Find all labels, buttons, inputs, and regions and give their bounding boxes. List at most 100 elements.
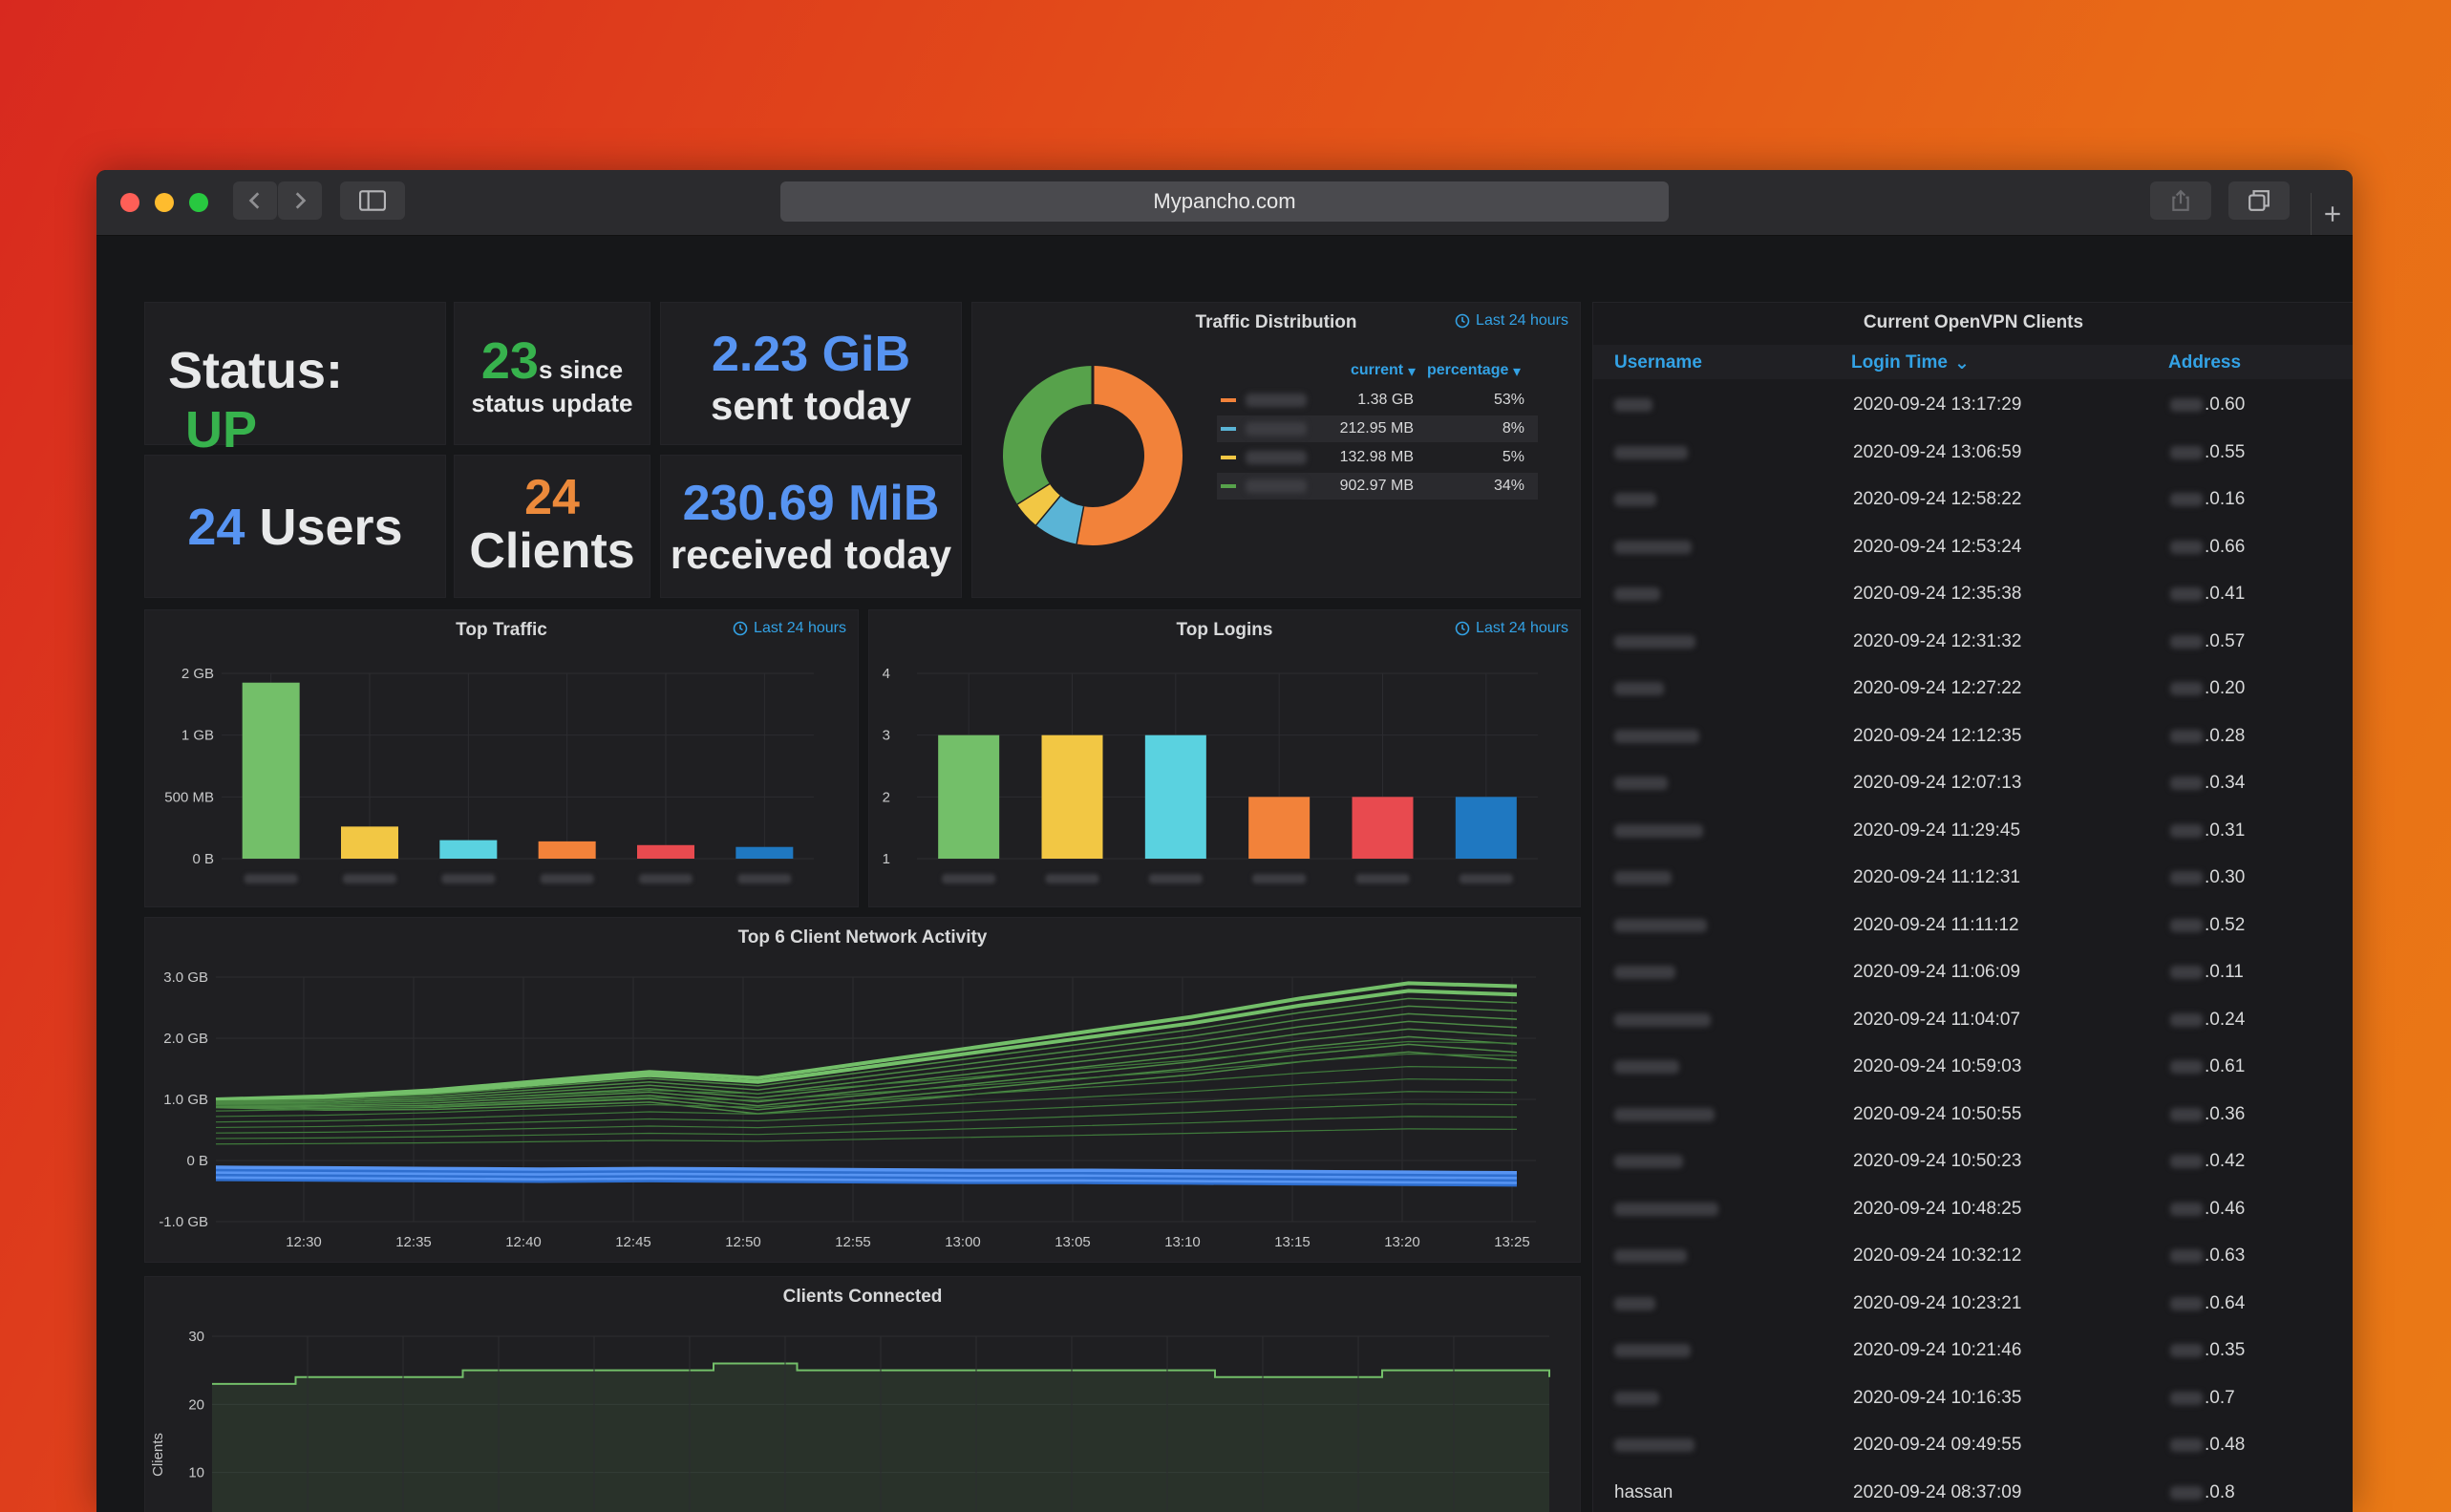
address-prefix-redacted [2170,682,2203,695]
login-time-cell: 2020-09-24 10:23:21 [1853,1292,2022,1313]
address-cell: .0.28 [2205,725,2246,746]
time-range-link[interactable]: Last 24 hours [1455,620,1568,637]
table-row: 2020-09-24 10:59:03 .0.61 [1593,1045,2353,1087]
redacted-x-label [244,874,298,884]
address-prefix-redacted [2170,823,2203,838]
table-row: 2020-09-24 10:48:25 .0.46 [1593,1187,2353,1229]
login-time-cell: 2020-09-24 10:48:25 [1853,1198,2022,1219]
address-prefix-redacted [2170,1012,2203,1027]
login-time-cell: 2020-09-24 12:12:35 [1853,725,2022,746]
traffic-bar [439,840,498,859]
table-row: 2020-09-24 13:06:59 .0.55 [1593,431,2353,473]
table-row: hassan 2020-09-24 08:37:09 .0.8 [1593,1471,2353,1512]
axis-tick-label: 4 [883,666,890,682]
logins-bar [1248,797,1311,859]
since-unit: s since [538,355,624,384]
address-cell: .0.20 [2205,678,2246,698]
table-row: 2020-09-24 12:07:13 .0.34 [1593,761,2353,803]
tabs-overview-button[interactable] [2228,181,2290,220]
sort-icon: ▾ [1408,364,1417,380]
axis-tick-label: 12:45 [615,1234,651,1250]
login-time-cell: 2020-09-24 10:59:03 [1853,1056,2022,1076]
browser-titlebar: Mypancho.com [96,170,2353,236]
address-prefix-redacted [2170,966,2203,979]
address-cell: .0.31 [2205,820,2246,841]
clock-icon [733,621,748,636]
axis-tick-label: 1 GB [181,728,214,744]
plus-icon [2325,206,2340,222]
username-cell [1614,871,1672,884]
new-tab-button[interactable] [2311,193,2353,235]
username-cell [1614,1107,1715,1121]
table-row: 2020-09-24 12:53:24 .0.66 [1593,525,2353,567]
clock-icon [1455,621,1470,636]
status-label: Status: [168,342,344,399]
column-header-percentage[interactable]: percentage [1427,362,1508,379]
legend-row[interactable]: 132.98 MB 5% [1217,444,1538,471]
login-time-cell: 2020-09-24 11:04:07 [1853,1009,2021,1030]
column-header-current[interactable]: current [1351,362,1403,379]
traffic-bar [341,826,398,859]
address-prefix-redacted [2170,1155,2203,1168]
logins-bar [1352,797,1414,859]
address-prefix-redacted [2170,587,2203,601]
address-cell: .0.42 [2205,1151,2246,1171]
legend-swatch [1221,456,1236,459]
login-time-cell: 2020-09-24 12:35:38 [1853,584,2022,604]
back-button[interactable] [233,181,277,220]
legend-row[interactable]: 902.97 MB 34% [1217,473,1538,500]
users-panel: 24 Users [144,455,446,598]
share-button[interactable] [2150,181,2211,220]
axis-tick-label: 13:10 [1164,1234,1201,1250]
column-header-username[interactable]: Username [1614,352,1702,373]
panel-title: Current OpenVPN Clients [1863,312,2084,332]
column-header-login-time[interactable]: Login Time [1851,352,1948,373]
address-bar[interactable]: Mypancho.com [780,181,1669,222]
address-cell: .0.7 [2205,1387,2235,1408]
login-time-cell: 2020-09-24 10:50:55 [1853,1103,2022,1124]
close-window-button[interactable] [120,193,139,212]
legend-current-value: 212.95 MB [1339,420,1414,437]
address-cell: .0.8 [2205,1481,2235,1502]
zoom-window-button[interactable] [189,193,208,212]
axis-tick-label: 12:35 [395,1234,432,1250]
column-header-address[interactable]: Address [2168,352,2241,373]
redacted-x-label [737,874,792,884]
share-icon [2172,189,2189,211]
address-cell: .0.66 [2205,536,2246,557]
minimize-window-button[interactable] [155,193,174,212]
address-prefix-redacted [2170,398,2203,412]
table-row: 2020-09-24 10:23:21 .0.64 [1593,1282,2353,1324]
table-row: 2020-09-24 09:49:55 .0.48 [1593,1423,2353,1465]
axis-tick-label: 13:20 [1384,1234,1420,1250]
legend-name-redacted [1246,394,1307,407]
sidebar-toggle-button[interactable] [340,181,405,220]
address-prefix-redacted [2170,540,2203,554]
forward-button[interactable] [278,181,322,220]
traffic-bar [735,846,794,859]
axis-tick-label: 1.0 GB [163,1092,208,1108]
traffic-distribution-panel: Traffic Distribution Last 24 hours curre… [971,302,1581,598]
time-range-link[interactable]: Last 24 hours [733,620,846,637]
login-time-cell: 2020-09-24 12:07:13 [1853,773,2022,793]
table-row: 2020-09-24 10:50:23 .0.42 [1593,1139,2353,1182]
legend-current-value: 902.97 MB [1339,478,1414,494]
table-row: 2020-09-24 12:12:35 .0.28 [1593,714,2353,756]
table-row: 2020-09-24 10:21:46 .0.35 [1593,1329,2353,1371]
address-prefix-redacted [2170,1107,2203,1121]
legend-swatch [1221,398,1236,402]
legend-row[interactable]: 1.38 GB 53% [1217,387,1538,414]
network-activity-panel: Top 6 Client Network Activity 3.0 GB 2.0 … [144,917,1581,1263]
redacted-x-label [942,874,996,884]
sort-icon: ▾ [1513,364,1522,380]
axis-tick-label: 20 [188,1396,204,1413]
axis-tick-label: 13:15 [1274,1234,1311,1250]
address-prefix-redacted [2170,1485,2203,1500]
time-range-link[interactable]: Last 24 hours [1455,312,1568,330]
legend-row[interactable]: 212.95 MB 8% [1217,415,1538,442]
login-time-cell: 2020-09-24 11:11:12 [1853,914,2019,935]
time-range-label: Last 24 hours [1476,312,1568,329]
tabs-icon [2249,190,2270,211]
donut-slice [1016,482,1061,525]
address-cell: .0.16 [2205,489,2246,509]
